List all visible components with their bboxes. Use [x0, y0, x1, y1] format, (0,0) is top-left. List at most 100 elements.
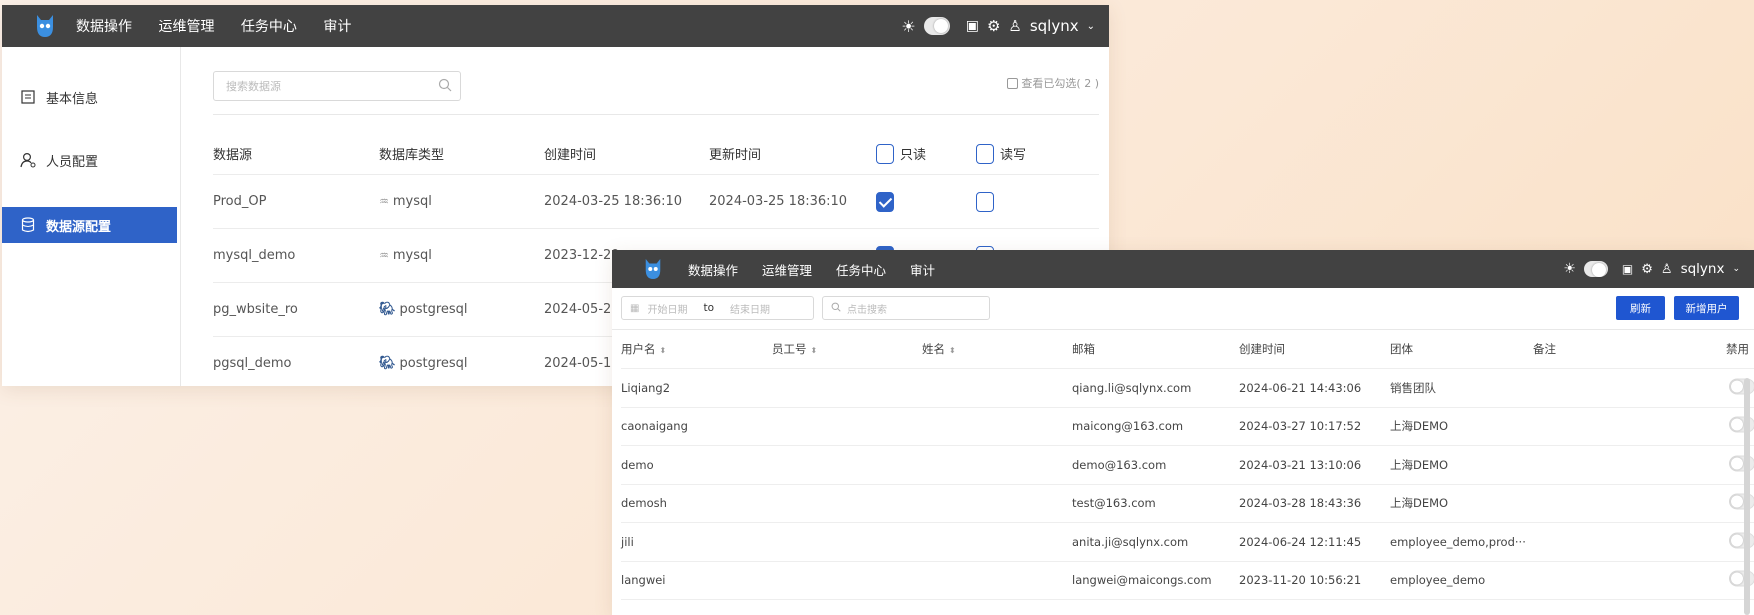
app-logo-icon[interactable] — [24, 5, 66, 47]
nav-audit[interactable]: 审计 — [323, 16, 351, 36]
app-logo-icon[interactable] — [634, 250, 672, 288]
created-time: 2023-12-29 — [544, 248, 620, 263]
chevron-down-icon[interactable]: ⌄ — [1087, 21, 1095, 32]
username: demosh — [621, 496, 667, 511]
nav-task-center[interactable]: 任务中心 — [836, 260, 886, 279]
search-icon[interactable] — [438, 78, 452, 95]
translate-icon[interactable]: ▣ — [1622, 262, 1633, 276]
disable-switch[interactable] — [1729, 493, 1754, 510]
sidebar-item-personnel[interactable]: 人员配置 — [2, 142, 177, 178]
created-time: 2024-06-24 12:11:45 — [1239, 534, 1362, 549]
user-toolbar: ▦ 开始日期 to 结束日期 点击搜索 刷新 新增用户 — [612, 288, 1754, 330]
disable-toggle[interactable] — [1729, 532, 1754, 551]
col-group: 团体 — [1390, 342, 1413, 356]
disable-toggle[interactable] — [1729, 570, 1754, 590]
date-start[interactable]: 开始日期 — [647, 301, 687, 316]
nav-task-center[interactable]: 任务中心 — [241, 16, 297, 36]
table-row[interactable]: Prod_OP ♒ mysql 2024-03-25 18:36:10 2024-… — [213, 175, 1099, 229]
col-readonly: 只读 — [876, 143, 926, 164]
nav-ops-management[interactable]: 运维管理 — [158, 16, 214, 36]
readonly-checkbox[interactable] — [876, 191, 894, 212]
topbar-actions: ☀ ▣ ⚙ ♙ sqlynx ⌄ — [1563, 250, 1740, 288]
col-employee-id[interactable]: 员工号 ⬍ — [772, 341, 817, 357]
table-header: 数据源 数据库类型 创建时间 更新时间 只读 读写 — [213, 133, 1099, 175]
table-row[interactable]: demosh test@163.com 2024-03-28 18:43:36 上海D… — [621, 485, 1754, 523]
profile-icon — [20, 89, 36, 105]
col-fullname[interactable]: 姓名 ⬍ — [922, 341, 956, 357]
postgresql-icon: 🐘︎ — [379, 302, 396, 317]
sidebar-item-datasource[interactable]: 数据源配置 — [2, 207, 177, 243]
date-end[interactable]: 结束日期 — [730, 301, 770, 316]
username[interactable]: sqlynx — [1030, 17, 1079, 35]
disable-switch[interactable] — [1729, 570, 1754, 587]
sun-icon: ☀ — [1563, 261, 1576, 277]
divider — [213, 114, 1099, 115]
nav-data-ops[interactable]: 数据操作 — [688, 260, 738, 279]
translate-icon[interactable]: ▣ — [966, 18, 979, 34]
main-nav: 数据操作 运维管理 任务中心 审计 — [76, 16, 373, 36]
table-row[interactable]: Liqiang2 qiang.li@sqlynx.com 2024-06-21 14… — [621, 369, 1754, 408]
nav-data-ops[interactable]: 数据操作 — [76, 16, 132, 36]
table-row[interactable]: caonaigang maicong@163.com 2024-03-27 10:1… — [621, 408, 1754, 446]
sun-icon: ☀ — [901, 16, 916, 36]
refresh-button[interactable]: 刷新 — [1616, 296, 1665, 320]
sort-icon[interactable]: ⬍ — [949, 346, 956, 355]
col-email: 邮箱 — [1072, 342, 1095, 356]
col-created: 创建时间 — [544, 148, 597, 163]
disable-toggle[interactable] — [1729, 493, 1754, 513]
col-readwrite: 读写 — [976, 143, 1026, 164]
search-icon — [831, 302, 841, 315]
view-checked-toggle[interactable]: 查看已勾选( 2 ) — [1007, 75, 1099, 91]
table-row[interactable]: langwei langwei@maicongs.com 2023-11-20 10… — [621, 562, 1754, 600]
readonly-select-all-checkbox[interactable] — [876, 143, 894, 164]
main-nav: 数据操作 运维管理 任务中心 审计 — [688, 260, 955, 279]
sort-icon[interactable]: ⬍ — [660, 346, 667, 355]
readwrite-select-all-checkbox[interactable] — [976, 143, 994, 164]
scrollbar[interactable] — [1744, 378, 1750, 615]
top-nav-bar: 数据操作 运维管理 任务中心 审计 ☀ ▣ ⚙ ♙ sqlynx ⌄ — [612, 250, 1754, 288]
table-row[interactable]: jili anita.ji@sqlynx.com 2024-06-24 12:11:… — [621, 523, 1754, 562]
readwrite-checkbox[interactable] — [976, 191, 994, 212]
readwrite-checkbox-box[interactable] — [976, 191, 994, 212]
disable-switch[interactable] — [1729, 532, 1754, 549]
view-checked-checkbox[interactable] — [1007, 77, 1019, 89]
username[interactable]: sqlynx — [1681, 261, 1725, 277]
sort-icon[interactable]: ⬍ — [811, 346, 818, 355]
settings-icon[interactable]: ⚙ — [987, 17, 1000, 35]
col-disabled: 禁用 — [1726, 342, 1749, 356]
user-icon: ♙ — [1660, 261, 1673, 277]
date-range-picker[interactable]: ▦ 开始日期 to 结束日期 — [621, 296, 814, 320]
sidebar-item-basic-info[interactable]: 基本信息 — [2, 79, 177, 115]
datasource-search-input[interactable]: 搜索数据源 — [213, 71, 461, 101]
view-checked-label: 查看已勾选( 2 ) — [1021, 77, 1099, 90]
chevron-down-icon[interactable]: ⌄ — [1732, 264, 1740, 274]
col-created: 创建时间 — [1239, 342, 1285, 356]
db-type-label: postgresql — [399, 302, 468, 317]
readonly-checkbox-box[interactable] — [876, 191, 894, 212]
theme-toggle[interactable] — [923, 17, 950, 35]
nav-audit[interactable]: 审计 — [910, 260, 935, 279]
theme-toggle[interactable] — [1583, 261, 1608, 277]
disable-switch[interactable] — [1729, 378, 1754, 395]
db-type: 🐘︎ postgresql — [379, 356, 468, 371]
sidebar-item-label: 基本信息 — [46, 91, 99, 107]
disable-toggle[interactable] — [1729, 416, 1754, 436]
disable-toggle[interactable] — [1729, 378, 1754, 397]
table-row[interactable]: demo demo@163.com 2024-03-21 13:10:06 上海DEM… — [621, 446, 1754, 485]
db-type: ♒ mysql — [379, 248, 432, 263]
updated-time: 2024-03-25 18:36:10 — [709, 194, 848, 209]
disable-switch[interactable] — [1729, 416, 1754, 433]
disable-toggle[interactable] — [1729, 455, 1754, 474]
db-type: 🐘︎ postgresql — [379, 302, 468, 317]
disable-switch[interactable] — [1729, 455, 1754, 472]
created-time: 2024-05-15 — [544, 356, 620, 371]
db-type-label: postgresql — [399, 356, 468, 371]
col-remark: 备注 — [1533, 342, 1556, 356]
settings-icon[interactable]: ⚙ — [1641, 262, 1653, 277]
user-search-input[interactable]: 点击搜索 — [822, 296, 990, 320]
sidebar-item-label: 数据源配置 — [46, 219, 112, 235]
user-icon: ♙ — [1008, 17, 1022, 35]
col-username[interactable]: 用户名 ⬍ — [621, 341, 666, 357]
add-user-button[interactable]: 新增用户 — [1674, 296, 1739, 320]
nav-ops-management[interactable]: 运维管理 — [762, 260, 812, 279]
